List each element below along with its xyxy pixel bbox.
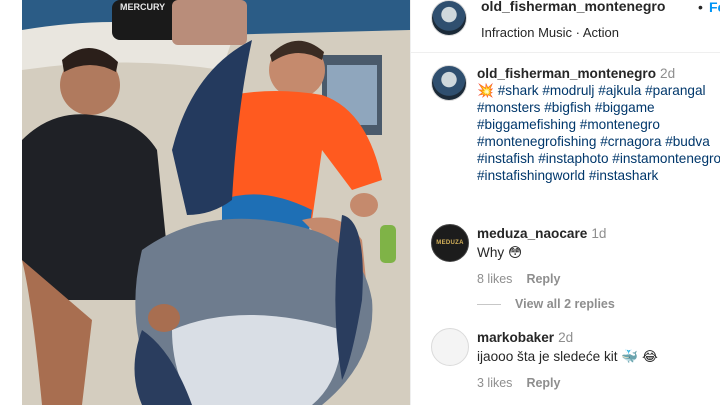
author-avatar[interactable] bbox=[431, 0, 467, 36]
hashtag-link[interactable]: #monsters bbox=[477, 100, 540, 115]
comment-time: 1d bbox=[591, 226, 607, 241]
hashtag-link[interactable]: #bigfish bbox=[544, 100, 591, 115]
post-photo: MERCURY bbox=[22, 0, 410, 405]
man-left-hand bbox=[148, 304, 180, 332]
view-replies-button[interactable]: View all 2 replies bbox=[477, 297, 615, 311]
hashtag-link[interactable]: #modrulj bbox=[542, 83, 594, 98]
audio-label[interactable]: Infraction Music · Action bbox=[481, 25, 619, 40]
hashtag-link[interactable]: #biggame bbox=[595, 100, 655, 115]
hashtag-link[interactable]: #instafishingworld bbox=[477, 168, 585, 183]
reply-button[interactable]: Reply bbox=[526, 272, 560, 286]
commenter-avatar[interactable]: MEDUZA bbox=[431, 224, 469, 262]
comment-text: ijaooo šta je sledeće kit 🐳 😂 bbox=[477, 349, 658, 364]
hashtag-link[interactable]: #crnagora bbox=[600, 134, 661, 149]
shark-belly bbox=[172, 315, 342, 405]
caption-username[interactable]: old_fisherman_montenegro bbox=[477, 66, 656, 81]
comment-likes[interactable]: 8 likes bbox=[477, 272, 512, 286]
comment-likes[interactable]: 3 likes bbox=[477, 376, 512, 390]
post-caption: old_fisherman_montenegro 2d 💥 #shark #mod… bbox=[477, 65, 720, 184]
follow-button[interactable]: Follow bbox=[709, 0, 720, 15]
post-header: old_fisherman_montenegro • Follow Infrac… bbox=[411, 0, 720, 53]
post-side-panel: old_fisherman_montenegro • Follow Infrac… bbox=[410, 0, 720, 405]
comment-text: Why 😳 bbox=[477, 245, 523, 260]
left-margin bbox=[0, 0, 22, 405]
hashtag-link[interactable]: #shark bbox=[498, 83, 539, 98]
caption-author-avatar[interactable] bbox=[431, 65, 467, 101]
explosion-icon: 💥 bbox=[477, 83, 494, 98]
caption-hashtags: #shark #modrulj #ajkula #parangal #monst… bbox=[477, 83, 720, 183]
instagram-post-view: MERCURY old_fisherman_montenegro • F Inf… bbox=[0, 0, 720, 405]
post-media[interactable]: MERCURY bbox=[22, 0, 410, 405]
outboard-brand: MERCURY bbox=[120, 2, 165, 12]
bottle bbox=[380, 225, 396, 263]
comment-body: markobaker 2d ijaooo šta je sledeće kit 🐳… bbox=[477, 328, 720, 393]
hashtag-link[interactable]: #budva bbox=[665, 134, 710, 149]
hashtag-link[interactable]: #montenegro bbox=[580, 117, 660, 132]
hashtag-link[interactable]: #montenegrofishing bbox=[477, 134, 596, 149]
author-username[interactable]: old_fisherman_montenegro bbox=[481, 0, 665, 14]
comment-time: 2d bbox=[558, 330, 574, 345]
hashtag-link[interactable]: #biggamefishing bbox=[477, 117, 576, 132]
commenter-avatar[interactable] bbox=[431, 328, 469, 366]
header-separator: • bbox=[698, 0, 703, 15]
commenter-username[interactable]: meduza_naocare bbox=[477, 226, 587, 241]
man-right-hand bbox=[350, 193, 378, 217]
view-replies-label: View all 2 replies bbox=[515, 297, 615, 311]
hashtag-link[interactable]: #instafish bbox=[477, 151, 534, 166]
hashtag-link[interactable]: #parangal bbox=[645, 83, 705, 98]
hashtag-link[interactable]: #instashark bbox=[589, 168, 659, 183]
bucket bbox=[172, 0, 247, 45]
comment-body: meduza_naocare 1d Why 😳 8 likes Reply bbox=[477, 224, 720, 289]
comment-meta: 3 likes Reply bbox=[477, 374, 720, 393]
hashtag-link[interactable]: #instamontenegro bbox=[612, 151, 720, 166]
caption-time: 2d bbox=[660, 66, 676, 81]
commenter-username[interactable]: markobaker bbox=[477, 330, 554, 345]
hashtag-link[interactable]: #ajkula bbox=[598, 83, 641, 98]
comment-meta: 8 likes Reply bbox=[477, 270, 720, 289]
hashtag-link[interactable]: #instaphoto bbox=[538, 151, 608, 166]
reply-button[interactable]: Reply bbox=[526, 376, 560, 390]
replies-divider-line bbox=[477, 304, 501, 306]
